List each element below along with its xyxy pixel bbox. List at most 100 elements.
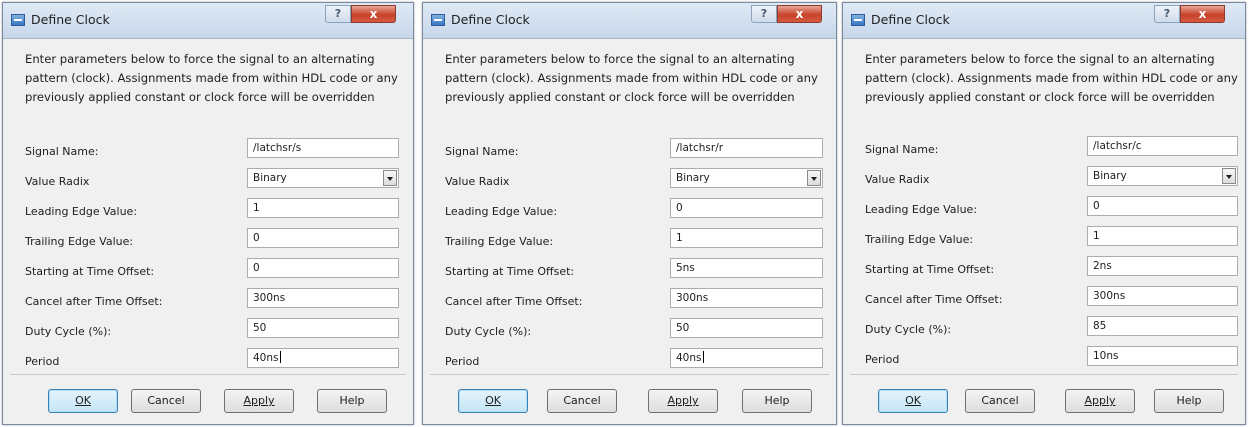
description-text: Enter parameters below to force the sign…: [445, 52, 818, 104]
signal-name-label: Signal Name:: [25, 145, 99, 158]
description-text: Enter parameters below to force the sign…: [865, 52, 1238, 104]
ok-button[interactable]: OK: [48, 389, 118, 413]
cancel-button[interactable]: Cancel: [547, 389, 617, 413]
window-title: Define Clock: [871, 12, 950, 27]
close-button[interactable]: x: [351, 5, 396, 23]
value-radix-select[interactable]: Binary: [247, 168, 399, 188]
apply-label: Apply: [667, 394, 699, 407]
app-icon: [431, 14, 445, 26]
apply-label: Apply: [243, 394, 275, 407]
description-text: Enter parameters below to force the sign…: [25, 52, 398, 104]
titlebar-help-button[interactable]: ?: [325, 5, 351, 23]
window-title: Define Clock: [451, 12, 530, 27]
help-button[interactable]: Help: [742, 389, 812, 413]
ok-button[interactable]: OK: [458, 389, 528, 413]
cancel-button[interactable]: Cancel: [131, 389, 201, 413]
apply-button[interactable]: Apply: [1065, 389, 1135, 413]
period-field[interactable]: 40ns: [247, 348, 399, 368]
dialog-row: Define Clock ? x Enter parameters below …: [0, 0, 1249, 427]
period-field[interactable]: 10ns: [1087, 346, 1238, 366]
leading-edge-field[interactable]: 1: [247, 198, 399, 218]
start-offset-label: Starting at Time Offset:: [865, 263, 995, 276]
leading-edge-field[interactable]: 0: [1087, 196, 1238, 216]
app-icon: [851, 14, 865, 26]
cancel-offset-field[interactable]: 300ns: [247, 288, 399, 308]
value-radix-label: Value Radix: [445, 175, 510, 188]
close-button[interactable]: x: [1180, 5, 1225, 23]
chevron-down-icon[interactable]: [383, 170, 397, 186]
ok-button[interactable]: OK: [878, 389, 948, 413]
signal-name-label: Signal Name:: [865, 143, 939, 156]
start-offset-label: Starting at Time Offset:: [25, 265, 155, 278]
title-bar[interactable]: Define Clock ? x: [423, 3, 836, 39]
duty-cycle-field[interactable]: 50: [247, 318, 399, 338]
window-title: Define Clock: [31, 12, 110, 27]
cancel-offset-field[interactable]: 300ns: [1087, 286, 1238, 306]
value-radix-value: Binary: [253, 172, 287, 184]
signal-name-field[interactable]: /latchsr/s: [247, 138, 399, 158]
apply-button[interactable]: Apply: [648, 389, 718, 413]
trailing-edge-label: Trailing Edge Value:: [25, 235, 134, 248]
period-value: 40ns: [676, 352, 702, 364]
help-button[interactable]: Help: [1154, 389, 1224, 413]
ok-label: OK: [75, 394, 91, 407]
period-label: Period: [25, 355, 60, 368]
value-radix-label: Value Radix: [865, 173, 930, 186]
period-value: 40ns: [253, 352, 279, 364]
period-field[interactable]: 40ns: [670, 348, 823, 368]
value-radix-value: Binary: [676, 172, 710, 184]
signal-name-label: Signal Name:: [445, 145, 519, 158]
signal-name-field[interactable]: /latchsr/r: [670, 138, 823, 158]
help-label: Help: [339, 394, 365, 407]
signal-name-field[interactable]: /latchsr/c: [1087, 136, 1238, 156]
dialog-body: Enter parameters below to force the sign…: [430, 39, 829, 374]
cancel-label: Cancel: [981, 394, 1019, 407]
help-button[interactable]: Help: [317, 389, 387, 413]
duty-cycle-label: Duty Cycle (%):: [445, 325, 532, 338]
cancel-offset-field[interactable]: 300ns: [670, 288, 823, 308]
titlebar-help-button[interactable]: ?: [751, 5, 777, 23]
duty-cycle-field[interactable]: 50: [670, 318, 823, 338]
title-bar[interactable]: Define Clock ? x: [843, 3, 1245, 39]
define-clock-dialog-c: Define Clock ? x Enter parameters below …: [842, 2, 1246, 425]
ok-label: OK: [485, 394, 501, 407]
text-caret: [702, 351, 704, 363]
leading-edge-label: Leading Edge Value:: [865, 203, 978, 216]
close-button[interactable]: x: [777, 5, 822, 23]
cancel-offset-label: Cancel after Time Offset:: [25, 295, 163, 308]
define-clock-dialog-r: Define Clock ? x Enter parameters below …: [422, 2, 837, 425]
chevron-down-icon[interactable]: [807, 170, 821, 186]
leading-edge-field[interactable]: 0: [670, 198, 823, 218]
trailing-edge-field[interactable]: 0: [247, 228, 399, 248]
trailing-edge-field[interactable]: 1: [1087, 226, 1238, 246]
help-label: Help: [1176, 394, 1202, 407]
period-label: Period: [865, 353, 900, 366]
duty-cycle-field[interactable]: 85: [1087, 316, 1238, 336]
duty-cycle-label: Duty Cycle (%):: [865, 323, 952, 336]
cancel-label: Cancel: [147, 394, 185, 407]
dialog-body: Enter parameters below to force the sign…: [10, 39, 406, 374]
titlebar-help-button[interactable]: ?: [1154, 5, 1180, 23]
trailing-edge-field[interactable]: 1: [670, 228, 823, 248]
cancel-offset-label: Cancel after Time Offset:: [865, 293, 1003, 306]
value-radix-select[interactable]: Binary: [670, 168, 823, 188]
value-radix-select[interactable]: Binary: [1087, 166, 1238, 186]
chevron-down-icon[interactable]: [1222, 168, 1236, 184]
value-radix-value: Binary: [1093, 170, 1127, 182]
help-label: Help: [764, 394, 790, 407]
cancel-button[interactable]: Cancel: [965, 389, 1035, 413]
trailing-edge-label: Trailing Edge Value:: [865, 233, 974, 246]
trailing-edge-label: Trailing Edge Value:: [445, 235, 554, 248]
cancel-offset-label: Cancel after Time Offset:: [445, 295, 583, 308]
leading-edge-label: Leading Edge Value:: [445, 205, 558, 218]
define-clock-dialog-s: Define Clock ? x Enter parameters below …: [2, 2, 414, 425]
start-offset-field[interactable]: 0: [247, 258, 399, 278]
start-offset-field[interactable]: 5ns: [670, 258, 823, 278]
title-bar[interactable]: Define Clock ? x: [3, 3, 413, 39]
cancel-label: Cancel: [563, 394, 601, 407]
value-radix-label: Value Radix: [25, 175, 90, 188]
apply-button[interactable]: Apply: [224, 389, 294, 413]
duty-cycle-label: Duty Cycle (%):: [25, 325, 112, 338]
dialog-body: Enter parameters below to force the sign…: [850, 39, 1238, 374]
start-offset-field[interactable]: 2ns: [1087, 256, 1238, 276]
